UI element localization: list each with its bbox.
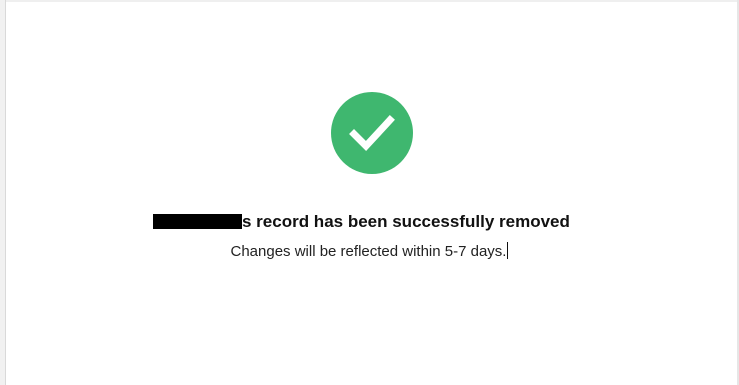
headline-text: s record has been successfully removed <box>242 212 570 231</box>
message-text: Changes will be reflected within 5-7 day… <box>230 243 507 260</box>
redacted-name <box>153 214 242 229</box>
success-badge <box>331 92 413 174</box>
text-cursor <box>507 242 509 259</box>
left-border <box>0 0 6 385</box>
checkmark-icon <box>349 115 395 152</box>
confirmation-headline: s record has been successfully removed <box>153 211 633 233</box>
top-border <box>6 0 737 2</box>
confirmation-dialog: s record has been successfully removed C… <box>0 0 739 385</box>
confirmation-message: Changes will be reflected within 5-7 day… <box>0 242 739 262</box>
